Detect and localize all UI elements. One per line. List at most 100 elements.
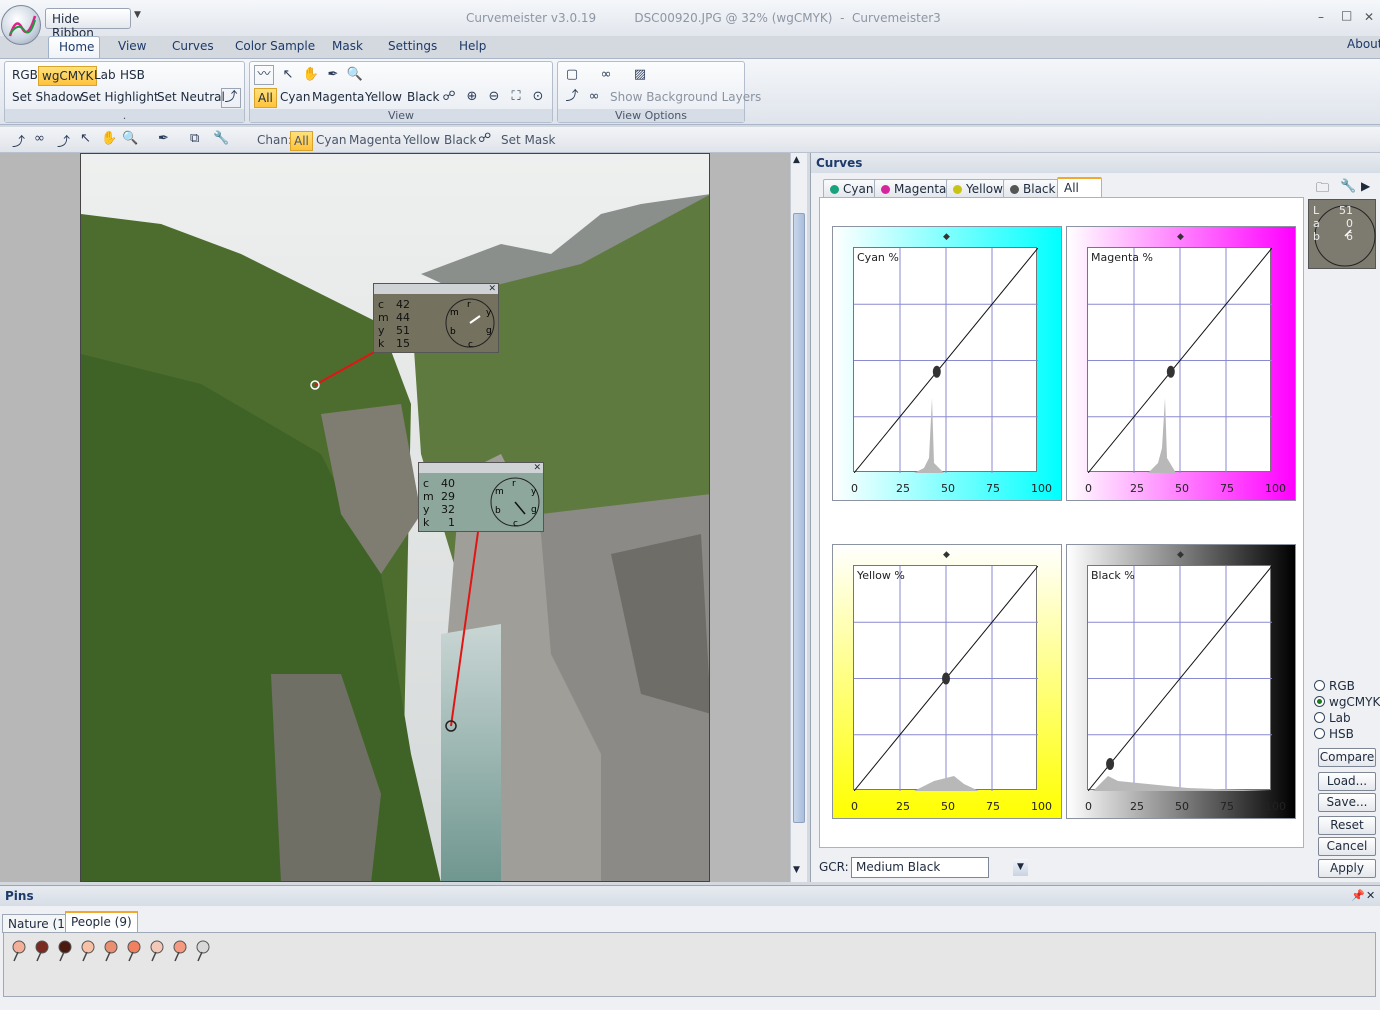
curves-tab-magenta[interactable]: Magenta [874,179,954,198]
curve-graph[interactable] [853,247,1039,474]
layer-visibility-icon[interactable]: ▢ [562,65,582,85]
zoom-actual-icon[interactable]: ⊙ [528,87,548,107]
set-mask-button[interactable]: Set Mask [501,133,555,147]
show-background-layers-button[interactable]: Show Background Layers [607,88,764,106]
tab-view[interactable]: View [118,39,146,53]
zoom-fit-icon[interactable]: ⛶ [506,87,526,107]
black-curve-box[interactable]: ◆ Black % 0 25 50 75 100 [1066,544,1296,819]
curve-handle-icon[interactable]: ◆ [943,232,950,242]
curves-tool-icon[interactable]: 〰 [254,65,274,85]
tab-settings[interactable]: Settings [388,39,437,53]
curve-tool-small-icon[interactable]: ⤴ [562,87,582,107]
black-curve-plot[interactable]: Black % [1087,565,1273,792]
radio-lab[interactable]: Lab [1314,711,1351,725]
curve-handle-icon[interactable]: ◆ [1177,550,1184,560]
pin-icon[interactable] [148,940,166,962]
radio-wgcmyk[interactable]: wgCMYK [1314,695,1380,709]
minimize-button[interactable]: – [1318,10,1324,24]
copy-icon[interactable]: ⧉ [190,131,199,146]
chan-yellow-button[interactable]: Yellow [403,133,440,147]
mask-view-icon[interactable]: ☍ [439,87,459,107]
sample-readout[interactable]: ✕ cmyk 40 29 32 1 r yg c bm [418,462,544,532]
zoom-out-icon[interactable]: ⊖ [484,87,504,107]
pins-tab-people[interactable]: People (9) [65,911,138,932]
zoom-tool-icon[interactable]: 🔍 [122,131,138,146]
radio-rgb[interactable]: RGB [1314,679,1355,693]
mode-lab-button[interactable]: Lab [91,66,119,84]
about-link[interactable]: About [1347,37,1380,51]
tab-home[interactable]: Home [48,36,100,59]
view-black-button[interactable]: Black [404,88,442,106]
scroll-up-icon[interactable]: ▲ [793,155,800,165]
curve-tool-icon[interactable]: ⤴ [12,131,25,150]
scroll-down-icon[interactable]: ▼ [793,865,800,875]
cancel-button[interactable]: Cancel [1318,837,1376,856]
image-preview-icon[interactable]: ▨ [630,65,650,85]
hand-tool-icon[interactable]: ✋ [101,131,117,146]
curves-tab-cyan[interactable]: Cyan [823,179,881,198]
background-layers-icon[interactable]: ∞ [584,87,604,107]
quick-access-dropdown-icon[interactable]: ▼ [134,10,141,20]
mode-hsb-button[interactable]: HSB [117,66,148,84]
readout-close-icon[interactable]: ✕ [533,463,541,473]
pin-icon[interactable] [79,940,97,962]
image-vertical-scrollbar[interactable]: ▲ ▼ [790,153,807,882]
pin-icon[interactable] [125,940,143,962]
yellow-curve-plot[interactable]: Yellow % [853,565,1039,792]
auto-curve-icon[interactable]: ⤴ [221,88,241,108]
cyan-curve-box[interactable]: ◆ Cyan % 0 25 50 75 100 [832,226,1062,501]
curves-tab-yellow[interactable]: Yellow [946,179,1010,198]
yellow-curve-box[interactable]: ◆ Yellow % 0 25 50 75 100 [832,544,1062,819]
mask-icon[interactable]: ☍ [478,131,491,146]
play-icon[interactable]: ▶ [1361,179,1370,193]
pin-panel-icon[interactable]: 📌 [1351,889,1365,902]
sample-readout[interactable]: ✕ cmyk 42 44 51 15 r yg c bm [373,283,499,353]
folder-icon[interactable]: 🗀 [1316,179,1329,201]
readout-titlebar[interactable] [419,463,543,473]
pin-icon[interactable] [56,940,74,962]
zoom-tool-icon[interactable]: 🔍 [345,65,365,85]
magenta-curve-box[interactable]: ◆ Magenta % 0 25 50 75 100 [1066,226,1296,501]
apply-button[interactable]: Apply [1318,859,1376,878]
auto-curve-icon[interactable]: ⤴ [57,131,70,150]
close-icon[interactable]: ✕ [1366,889,1375,902]
tab-mask[interactable]: Mask [332,39,363,53]
wrench-icon[interactable]: 🔧 [213,131,229,146]
curve-graph[interactable] [1087,565,1273,792]
curves-tab-all[interactable]: All [1057,177,1102,198]
radio-hsb[interactable]: HSB [1314,727,1354,741]
chevron-down-icon[interactable]: ▼ [1013,859,1028,876]
view-all-button[interactable]: All [254,88,277,108]
magenta-curve-plot[interactable]: Magenta % [1087,247,1273,474]
pin-icon[interactable] [194,940,212,962]
set-shadow-button[interactable]: Set Shadow [9,88,86,106]
pointer-tool-icon[interactable]: ↖ [80,131,91,146]
chan-black-button[interactable]: Black [444,133,476,147]
app-menu-orb-icon[interactable] [1,5,41,45]
chan-cyan-button[interactable]: Cyan [316,133,346,147]
set-neutral-button[interactable]: Set Neutral [154,88,228,106]
curve-graph[interactable] [1087,247,1273,474]
curve-handle-icon[interactable]: ◆ [943,550,950,560]
glasses-icon[interactable]: ∞ [596,65,616,85]
mode-wgcmyk-button[interactable]: wgCMYK [38,66,98,86]
view-yellow-button[interactable]: Yellow [362,88,405,106]
curves-tab-black[interactable]: Black [1003,179,1063,198]
reset-button[interactable]: Reset [1318,816,1376,835]
tab-help[interactable]: Help [459,39,486,53]
eyedropper-icon[interactable]: ✒ [158,131,169,146]
view-magenta-button[interactable]: Magenta [309,88,367,106]
chan-magenta-button[interactable]: Magenta [349,133,401,147]
maximize-button[interactable]: □ [1341,8,1352,22]
compare-button[interactable]: Compare [1318,748,1376,767]
load-button[interactable]: Load... [1318,772,1376,791]
set-highlight-button[interactable]: Set Highlight [78,88,162,106]
hide-ribbon-button[interactable]: Hide Ribbon [45,8,131,40]
eyedropper-icon[interactable]: ✒ [323,65,343,85]
tab-curves[interactable]: Curves [172,39,214,53]
wrench-icon[interactable]: 🔧 [1340,179,1356,194]
glasses-icon[interactable]: ∞ [34,131,45,146]
pin-icon[interactable] [10,940,28,962]
gcr-select[interactable]: Medium Black ▼ [851,857,1028,878]
view-cyan-button[interactable]: Cyan [277,88,313,106]
